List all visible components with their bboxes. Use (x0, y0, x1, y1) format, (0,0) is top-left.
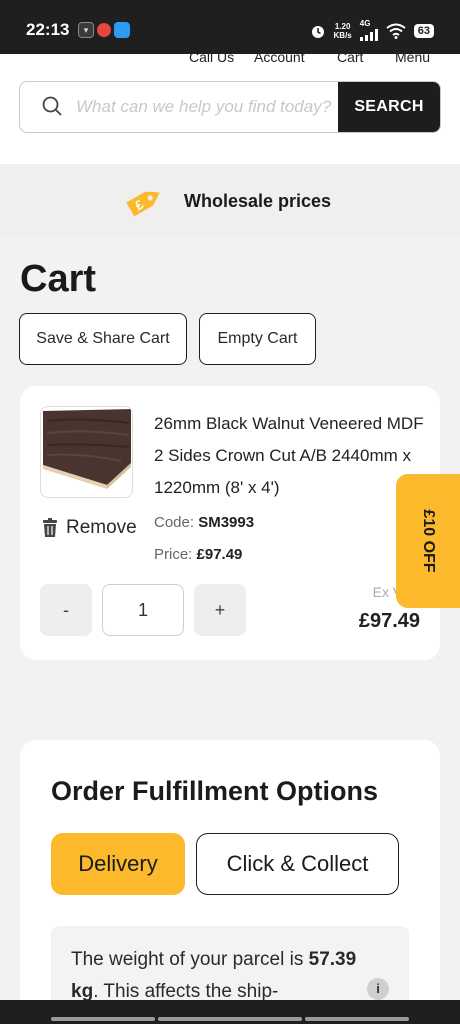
app-icon-v: ▾ (78, 22, 94, 38)
line-total: £97.49 (358, 610, 420, 632)
nav-pill-left (51, 1017, 155, 1021)
battery-icon: 63 (413, 23, 434, 38)
nav-call-us[interactable]: Call Us (189, 49, 234, 65)
nav-menu[interactable]: Menu (395, 49, 430, 65)
product-name[interactable]: 26mm Black Walnut Veneered MDF 2 Sides C… (154, 408, 426, 504)
system-nav-bar (0, 1000, 460, 1024)
promo-banner: £ Wholesale prices (0, 164, 460, 238)
trash-icon (43, 518, 57, 537)
wifi-icon (386, 23, 406, 39)
status-right: 1.20 KB/s 4G 63 (310, 20, 434, 41)
info-icon[interactable]: i (367, 978, 389, 1000)
product-price: Price: £97.49 (154, 546, 243, 563)
cart-item: 26mm Black Walnut Veneered MDF 2 Sides C… (20, 386, 440, 660)
remove-label: Remove (66, 517, 137, 538)
quantity-decrease-button[interactable]: - (40, 584, 92, 636)
product-image (43, 409, 131, 489)
site-header: Call Us Account Cart Menu SEARCH (0, 49, 460, 164)
status-time: 22:13 (26, 20, 70, 39)
search-input[interactable] (76, 82, 338, 132)
app-icon-blue (114, 22, 130, 38)
delivery-option-button[interactable]: Delivery (51, 833, 185, 895)
search-button[interactable]: SEARCH (338, 82, 440, 132)
fulfillment-title: Order Fulfillment Options (51, 776, 379, 806)
remove-button[interactable]: Remove (42, 517, 137, 539)
promo-text: Wholesale prices (184, 191, 332, 211)
top-nav: Call Us Account Cart Menu (0, 49, 460, 67)
discount-side-tab[interactable]: £10 OFF (396, 474, 460, 608)
fulfillment-card: Order Fulfillment Options Delivery Click… (20, 740, 440, 1024)
app-icon-red (96, 22, 112, 38)
discount-label: £10 OFF (420, 509, 437, 573)
net-speed: 1.20 KB/s (333, 21, 352, 40)
price-tag-icon: £ (126, 191, 160, 217)
empty-cart-button[interactable]: Empty Cart (199, 313, 316, 365)
product-thumbnail[interactable] (40, 406, 133, 498)
nav-account[interactable]: Account (254, 49, 305, 65)
product-code: Code: SM3993 (154, 514, 255, 531)
save-share-cart-button[interactable]: Save & Share Cart (19, 313, 187, 365)
quantity-increase-button[interactable]: + (194, 584, 246, 636)
parcel-weight-text: The weight of your parcel is 57.39 kg. T… (71, 949, 357, 1002)
signal-icon: 4G (359, 20, 378, 41)
nav-pill-right (305, 1017, 409, 1021)
search-bar: SEARCH (19, 81, 441, 133)
nav-pill-center (158, 1017, 302, 1021)
alarm-icon (311, 25, 324, 38)
status-bar: 22:13 ▾ 1.20 KB/s 4G 63 (0, 0, 460, 54)
click-collect-option-button[interactable]: Click & Collect (196, 833, 399, 895)
quantity-input[interactable] (102, 584, 184, 636)
search-icon (42, 96, 62, 116)
nav-cart[interactable]: Cart (337, 49, 363, 65)
page-title: Cart (20, 258, 97, 300)
